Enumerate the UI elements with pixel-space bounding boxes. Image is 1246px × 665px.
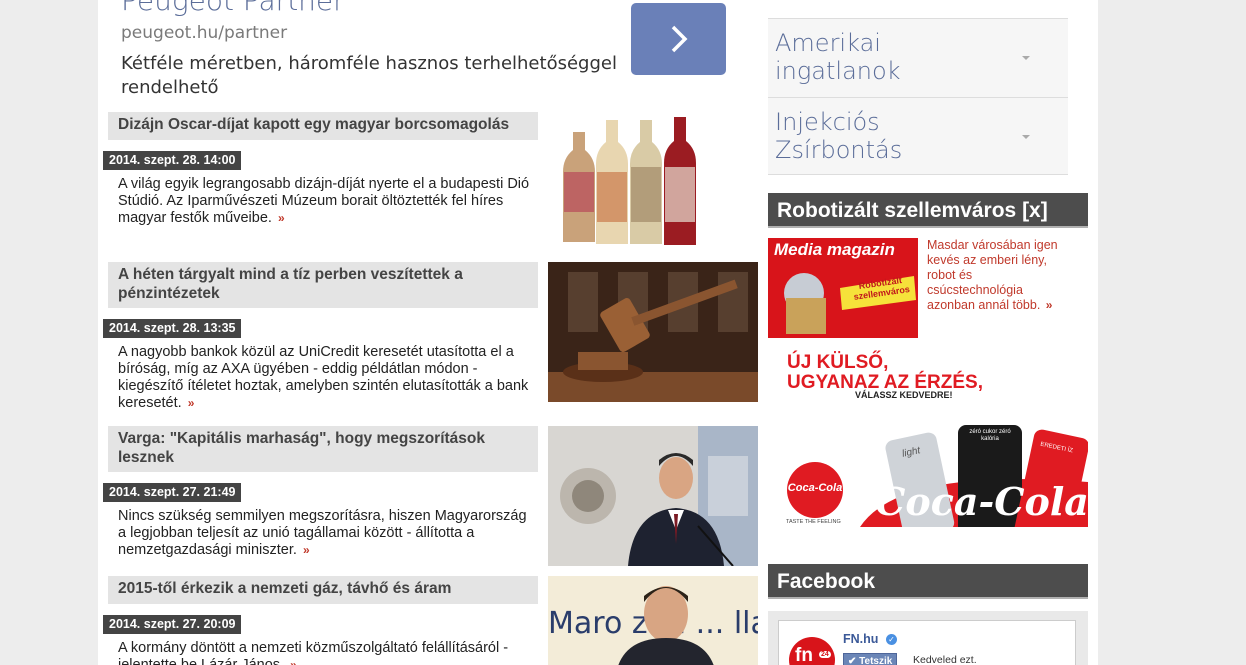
sponsored-link-label: Injekciós Zsírbontás (775, 108, 903, 164)
sponsored-link-list: Amerikai ingatlanok Injekciós Zsírbontás (768, 18, 1068, 175)
fn-logo-text: fn (795, 645, 813, 665)
article-thumbnail-wine-bottles[interactable] (548, 112, 758, 252)
wine-bottles-image (548, 112, 758, 252)
article-date: 2014. szept. 27. 21:49 (103, 483, 242, 502)
article-thumbnail-minister[interactable] (548, 426, 758, 566)
chevron-right-icon (671, 25, 687, 53)
read-more-link[interactable]: » (278, 211, 285, 225)
article-item: Dizájn Oscar-díjat kapott egy magyar bor… (103, 112, 758, 257)
coca-cola-ad-banner[interactable]: ÚJ KÜLSŐ, UGYANAZ AZ ÉRZÉS, VÁLASSZ KEDV… (770, 347, 1088, 527)
facebook-like-label: Tetszik (859, 656, 893, 665)
article-headline[interactable]: A héten tárgyalt mind a tíz perben veszí… (108, 262, 538, 308)
read-more-link[interactable]: » (290, 658, 297, 665)
facebook-page-plugin: fn 24 FN.hu ✓ ✔ Tetszik Kedveled ezt. (778, 620, 1076, 665)
article-excerpt: Nincs szükség semmilyen megszorításra, h… (118, 508, 533, 559)
article-excerpt: A kormány döntött a nemzeti közműszolgál… (118, 640, 533, 665)
article-excerpt-text: Nincs szükség semmilyen megszorításra, h… (118, 508, 527, 558)
article-headline[interactable]: 2015-től érkezik a nemzeti gáz, távhő és… (108, 576, 538, 604)
speaker-photo (618, 586, 714, 665)
ad-description: Kétféle méretben, háromféle hasznos terh… (121, 53, 617, 98)
read-more-link[interactable]: » (303, 543, 310, 557)
article-item: 2015-től érkezik a nemzeti gáz, távhő és… (103, 576, 758, 665)
article-excerpt-text: A kormány döntött a nemzeti közműszolgál… (118, 640, 509, 665)
article-date: 2014. szept. 28. 13:35 (103, 319, 242, 338)
coke-logo: Coca-Cola (787, 482, 843, 494)
gavel-image (548, 262, 758, 402)
article-headline[interactable]: Varga: "Kapitális marhaság", hogy megszo… (108, 426, 538, 472)
article-thumbnail-lazar[interactable]: Maro zeti ... llalkozók (548, 576, 758, 665)
facebook-box-header: Facebook (768, 564, 1088, 599)
thumbs-up-icon: ✔ (848, 656, 857, 665)
article-headline[interactable]: Dizájn Oscar-díjat kapott egy magyar bor… (108, 112, 538, 140)
caret-down-icon (1022, 56, 1030, 60)
facebook-like-status: Kedveled ezt. (913, 654, 977, 665)
sponsored-link-item[interactable]: Amerikai ingatlanok (768, 19, 1068, 98)
article-date: 2014. szept. 27. 20:09 (103, 615, 242, 634)
article-thumbnail-gavel[interactable] (548, 262, 758, 402)
ad-title[interactable]: Peugeot Partner (121, 0, 345, 17)
minister-photo (548, 426, 758, 566)
magazine-brand: Media magazin (774, 240, 895, 259)
sponsored-ad[interactable]: Peugeot Partner peugeot.hu/partner Kétfé… (98, 0, 738, 108)
article-date: 2014. szept. 28. 14:00 (103, 151, 242, 170)
page: Peugeot Partner peugeot.hu/partner Kétfé… (98, 0, 1098, 665)
coke-wordmark: Coca-Cola (875, 479, 1088, 524)
caret-down-icon (1022, 135, 1030, 139)
sponsored-link-label: Amerikai ingatlanok (775, 29, 901, 85)
coke-tagline: TASTE THE FEELING (786, 519, 841, 525)
facebook-widget: fn 24 FN.hu ✓ ✔ Tetszik Kedveled ezt. (768, 611, 1088, 665)
ad-arrow-button[interactable] (631, 3, 726, 75)
article-excerpt-text: A nagyobb bankok közül az UniCredit kere… (118, 344, 529, 411)
fn-logo[interactable]: fn 24 (789, 637, 835, 665)
read-more-link[interactable]: » (188, 396, 195, 410)
read-more-link[interactable]: » (1046, 298, 1053, 312)
facebook-page-name[interactable]: FN.hu (843, 632, 878, 646)
can-label-zero: zéró cukor zéró kalória (969, 429, 1011, 442)
verified-badge-icon: ✓ (886, 634, 897, 645)
article-excerpt: A világ egyik legrangosabb dizájn-díját … (118, 176, 533, 227)
article-excerpt-text: A világ egyik legrangosabb dizájn-díját … (118, 176, 530, 226)
robot-box-text: Masdar városában igen kevés az emberi lé… (927, 238, 1067, 313)
robot-box-summary[interactable]: Masdar városában igen kevés az emberi lé… (927, 238, 1058, 312)
article-excerpt: A nagyobb bankok közül az UniCredit kere… (118, 344, 533, 412)
article-item: Varga: "Kapitális marhaság", hogy megszo… (103, 426, 758, 571)
fn-logo-badge: 24 (819, 651, 831, 658)
ad-url[interactable]: peugeot.hu/partner (121, 23, 287, 43)
facebook-like-button[interactable]: ✔ Tetszik (843, 653, 898, 665)
robot-box-header[interactable]: Robotizált szellemváros [x] (768, 193, 1088, 228)
media-magazin-promo-image[interactable]: Media magazin Robotizált szellemváros (768, 238, 918, 338)
article-item: A héten tárgyalt mind a tíz perben veszí… (103, 262, 758, 422)
sponsored-link-item[interactable]: Injekciós Zsírbontás (768, 98, 1068, 175)
